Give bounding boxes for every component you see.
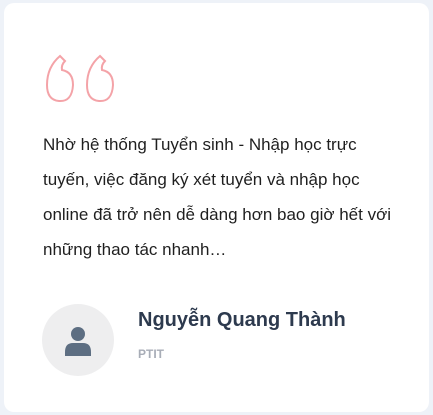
avatar <box>42 304 114 376</box>
testimonial-text: Nhờ hệ thống Tuyển sinh - Nhập học trực … <box>43 135 391 259</box>
quote-open-icon <box>45 54 115 103</box>
author-name: Nguyễn Quang Thành <box>138 309 346 331</box>
user-icon <box>65 327 91 356</box>
author-organization: PTIT <box>138 347 164 361</box>
testimonial-card: Nhờ hệ thống Tuyển sinh - Nhập học trực … <box>4 3 429 412</box>
